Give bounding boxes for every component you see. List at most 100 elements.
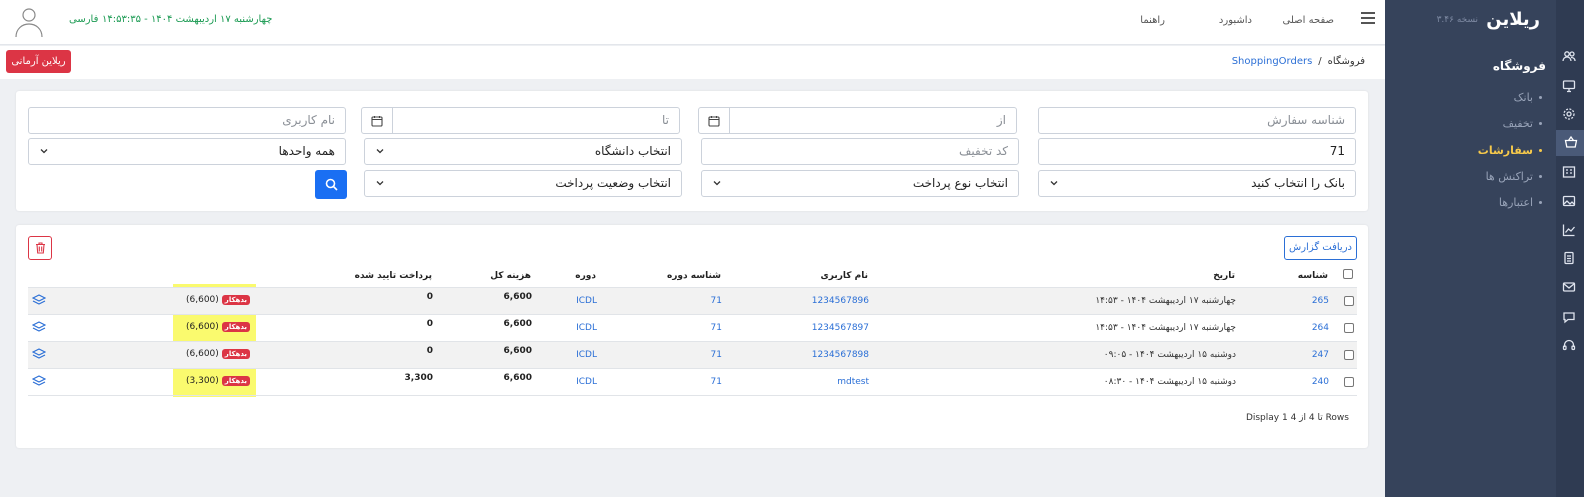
sidebar-item-orders[interactable]: سفارشات [1478, 144, 1542, 157]
payment-type-select-value: انتخاب نوع پرداخت [912, 176, 1008, 190]
column-header-username[interactable]: نام کاربری [820, 271, 868, 281]
table-row[interactable]: 264 چهارشنبه ۱۷ اردیبهشت ۱۴۰۴ - ۱۴:۵۳ 12… [28, 314, 1357, 341]
select-all-checkbox[interactable] [1343, 269, 1353, 279]
username-link[interactable]: 1234567896 [812, 296, 869, 306]
version-label: نسخه ۳.۴۶ [1436, 15, 1478, 25]
monitor-icon[interactable] [1562, 79, 1578, 95]
order-date: چهارشنبه ۱۷ اردیبهشت ۱۴۰۴ - ۱۴:۵۳ [1095, 323, 1236, 333]
order-id-link[interactable]: 247 [1312, 350, 1329, 360]
order-id-link[interactable]: 265 [1312, 296, 1329, 306]
order-date: دوشنبه ۱۵ اردیبهشت ۱۴۰۴ - ۰۹:۰۵ [1103, 350, 1236, 360]
course-link[interactable]: ICDL [576, 377, 597, 387]
order-id-link[interactable]: 240 [1312, 377, 1329, 387]
organization-button[interactable]: ریلاین آرمانی [6, 50, 71, 73]
calendar-icon[interactable] [699, 108, 730, 133]
column-header-total[interactable]: هزینه کل [490, 271, 531, 281]
nav-home-link[interactable]: صفحه اصلی [1283, 15, 1334, 26]
payment-status-select-value: انتخاب وضعیت پرداخت [555, 176, 671, 190]
row-checkbox[interactable] [1344, 323, 1354, 333]
gear-icon[interactable] [1562, 107, 1578, 123]
total-cost: 6,600 [503, 319, 532, 329]
bank-select[interactable]: بانک را انتخاب کنید [1038, 170, 1356, 197]
sidebar-item-credits[interactable]: اعتبارها [1499, 196, 1542, 209]
course-link[interactable]: ICDL [576, 350, 597, 360]
document-icon[interactable] [1562, 251, 1578, 267]
filter-panel: شناسه سفارش از تا نام کاربری 71 کد تخفیف… [16, 91, 1368, 211]
username-input[interactable]: نام کاربری [28, 107, 346, 134]
column-header-paid[interactable]: پرداخت تایید شده [355, 271, 432, 281]
from-date-input[interactable]: از [698, 107, 1017, 134]
username-link[interactable]: 1234567897 [812, 323, 869, 333]
payment-status-select[interactable]: انتخاب وضعیت پرداخت [364, 170, 682, 197]
column-header-course-id[interactable]: شناسه دوره [667, 271, 721, 281]
course-link[interactable]: ICDL [576, 296, 597, 306]
course-id-link[interactable]: 71 [711, 296, 722, 306]
row-checkbox[interactable] [1344, 350, 1354, 360]
search-icon [325, 178, 338, 191]
total-cost: 6,600 [503, 346, 532, 356]
search-button[interactable] [315, 170, 347, 199]
brand-text: ریلاین [1486, 9, 1541, 30]
download-report-button[interactable]: دریافت گزارش [1284, 236, 1357, 260]
building-icon[interactable] [1562, 165, 1578, 181]
chevron-down-icon [1050, 181, 1058, 186]
users-icon[interactable] [1562, 49, 1578, 65]
sidebar-item-discount[interactable]: تخفیف [1503, 117, 1542, 130]
total-cost: 6,600 [503, 373, 532, 383]
username-link[interactable]: 1234567898 [812, 350, 869, 360]
layers-icon[interactable] [32, 375, 46, 387]
debt-amount: (6,600) [186, 295, 219, 305]
avatar[interactable] [12, 4, 46, 38]
table-row[interactable]: 265 چهارشنبه ۱۷ اردیبهشت ۱۴۰۴ - ۱۴:۵۳ 12… [28, 287, 1357, 314]
delete-button[interactable] [28, 236, 52, 260]
table-row[interactable]: 240 دوشنبه ۱۵ اردیبهشت ۱۴۰۴ - ۰۸:۳۰ mdte… [28, 368, 1357, 395]
nav-help-link[interactable]: راهنما [1140, 15, 1165, 26]
language-link[interactable]: فارسی [69, 14, 98, 25]
table-row[interactable]: 247 دوشنبه ۱۵ اردیبهشت ۱۴۰۴ - ۰۹:۰۵ 1234… [28, 341, 1357, 368]
order-id-link[interactable]: 264 [1312, 323, 1329, 333]
to-date-input[interactable]: تا [361, 107, 680, 134]
payment-type-select[interactable]: انتخاب نوع پرداخت [701, 170, 1019, 197]
breadcrumb-bar: فروشگاه / ShoppingOrders ریلاین آرمانی [0, 46, 1385, 79]
layers-icon[interactable] [32, 348, 46, 360]
column-header-course[interactable]: دوره [575, 271, 596, 281]
nav-dashboard-link[interactable]: داشبورد [1219, 15, 1252, 26]
order-id-input[interactable]: شناسه سفارش [1038, 107, 1356, 134]
course-link[interactable]: ICDL [576, 323, 597, 333]
username-link[interactable]: mdtest [837, 377, 869, 387]
bullet-icon [1539, 122, 1542, 125]
order-date: چهارشنبه ۱۷ اردیبهشت ۱۴۰۴ - ۱۴:۵۳ [1095, 296, 1236, 306]
breadcrumb-root[interactable]: فروشگاه [1328, 56, 1365, 67]
course-id-link[interactable]: 71 [711, 377, 722, 387]
breadcrumb-current[interactable]: ShoppingOrders [1232, 56, 1313, 67]
course-id-link[interactable]: 71 [711, 323, 722, 333]
mail-icon[interactable] [1562, 280, 1578, 296]
layers-icon[interactable] [32, 294, 46, 306]
pagination-info: Display 1 تا 4 از 4 Rows [1245, 413, 1349, 423]
image-icon[interactable] [1562, 194, 1578, 210]
units-select[interactable]: همه واحدها [28, 138, 346, 165]
university-select[interactable]: انتخاب دانشگاه [364, 138, 682, 165]
sidebar-item-bank[interactable]: بانک [1514, 91, 1542, 104]
row-checkbox[interactable] [1344, 296, 1354, 306]
discount-code-input[interactable]: کد تخفیف [701, 138, 1019, 165]
chat-icon[interactable] [1562, 310, 1578, 326]
course-id-link[interactable]: 71 [711, 350, 722, 360]
basket-icon[interactable] [1556, 130, 1584, 156]
column-header-date[interactable]: تاریخ [1213, 271, 1235, 281]
chart-icon[interactable] [1562, 223, 1578, 239]
headset-icon[interactable] [1562, 338, 1578, 354]
course-id-input[interactable]: 71 [1038, 138, 1356, 165]
brand-logo[interactable]: ریلاین [1486, 9, 1541, 30]
layers-icon[interactable] [32, 321, 46, 333]
sidebar-item-transactions[interactable]: تراکنش ها [1486, 170, 1542, 183]
row-checkbox[interactable] [1344, 377, 1354, 387]
menu-icon[interactable] [1361, 12, 1375, 24]
breadcrumb: فروشگاه / ShoppingOrders [1232, 56, 1365, 67]
calendar-icon[interactable] [362, 108, 393, 133]
sidebar-item-label: تخفیف [1502, 117, 1533, 130]
paid-amount: 0 [426, 292, 433, 302]
debt-amount: (3,300) [186, 376, 219, 386]
order-date: دوشنبه ۱۵ اردیبهشت ۱۴۰۴ - ۰۸:۳۰ [1103, 377, 1236, 387]
column-header-id[interactable]: شناسه [1298, 271, 1328, 281]
